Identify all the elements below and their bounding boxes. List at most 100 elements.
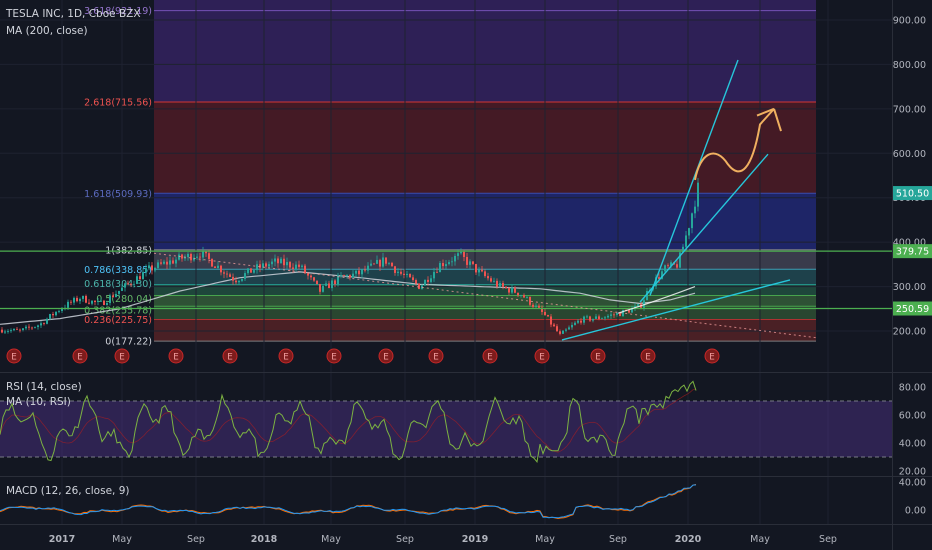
earnings-marker[interactable]: E bbox=[114, 348, 130, 364]
candle-body bbox=[232, 276, 234, 281]
candle-body bbox=[409, 273, 411, 278]
candle-body bbox=[373, 263, 375, 265]
candle-body bbox=[445, 264, 447, 267]
earnings-label: E bbox=[383, 353, 389, 363]
candle-body bbox=[250, 268, 252, 273]
candle-body bbox=[31, 327, 33, 329]
candle-body bbox=[85, 295, 87, 303]
candle-body bbox=[175, 259, 177, 264]
candle-body bbox=[100, 300, 102, 302]
candle-body bbox=[16, 328, 18, 330]
rsi-tick-label: 80.00 bbox=[899, 383, 926, 394]
earnings-marker[interactable]: E bbox=[378, 348, 394, 364]
candle-body bbox=[229, 274, 231, 277]
fib-label-0.786: 0.786(338.85) bbox=[84, 265, 152, 276]
candle-body bbox=[358, 270, 360, 275]
candle-body bbox=[364, 269, 366, 271]
candle-body bbox=[637, 304, 639, 307]
time-tick-label: 2020 bbox=[675, 534, 702, 545]
earnings-marker[interactable]: E bbox=[326, 348, 342, 364]
price-tick-label: 200.00 bbox=[893, 327, 926, 338]
candle-body bbox=[277, 258, 279, 264]
price-tick-label: 900.00 bbox=[893, 16, 926, 27]
candle-body bbox=[664, 265, 666, 272]
candle-body bbox=[559, 331, 561, 334]
candle-body bbox=[379, 259, 381, 267]
candle-body bbox=[607, 315, 609, 318]
time-tick-label: May bbox=[112, 534, 132, 545]
candle-body bbox=[37, 325, 39, 327]
time-tick-label: Sep bbox=[819, 534, 837, 545]
candle-body bbox=[475, 264, 477, 273]
candle-body bbox=[307, 273, 309, 276]
candle-body bbox=[217, 265, 219, 269]
candle-body bbox=[601, 318, 603, 320]
candle-body bbox=[67, 301, 69, 308]
candle-body bbox=[589, 316, 591, 321]
earnings-marker[interactable]: E bbox=[428, 348, 444, 364]
candle-body bbox=[25, 326, 27, 329]
earnings-marker[interactable]: E bbox=[278, 348, 294, 364]
candle-body bbox=[481, 269, 483, 272]
earnings-marker[interactable]: E bbox=[482, 348, 498, 364]
earnings-marker[interactable]: E bbox=[704, 348, 720, 364]
candle-body bbox=[514, 287, 516, 293]
earnings-label: E bbox=[645, 353, 651, 363]
earnings-label: E bbox=[77, 353, 83, 363]
candle-body bbox=[220, 265, 222, 273]
candle-body bbox=[19, 329, 21, 331]
earnings-marker[interactable]: E bbox=[640, 348, 656, 364]
time-tick-label: 2017 bbox=[49, 534, 75, 545]
earnings-marker[interactable]: E bbox=[168, 348, 184, 364]
candle bbox=[622, 309, 624, 317]
candle-body bbox=[103, 300, 105, 305]
rsi-band bbox=[0, 401, 892, 457]
candle-body bbox=[433, 271, 435, 279]
candle-body bbox=[223, 272, 225, 274]
candle-body bbox=[394, 266, 396, 273]
candle-body bbox=[430, 278, 432, 282]
candle-body bbox=[568, 327, 570, 330]
candle-body bbox=[451, 261, 453, 263]
candle-body bbox=[472, 261, 474, 265]
candle-body bbox=[28, 326, 30, 328]
candle-body bbox=[43, 323, 45, 325]
candle-body bbox=[79, 298, 81, 302]
candle-body bbox=[487, 276, 489, 279]
candle-body bbox=[553, 324, 555, 327]
candle-body bbox=[349, 275, 351, 278]
tsla-chart[interactable]: 0(177.22)0.236(225.75)0.382(255.78)0.5(2… bbox=[0, 0, 932, 550]
earnings-marker[interactable]: E bbox=[72, 348, 88, 364]
earnings-marker[interactable]: E bbox=[590, 348, 606, 364]
time-tick-label: 2019 bbox=[462, 534, 488, 545]
candle-body bbox=[439, 263, 441, 273]
candle-body bbox=[340, 275, 342, 276]
candle-body bbox=[526, 296, 528, 298]
candle-body bbox=[199, 256, 201, 258]
earnings-marker[interactable]: E bbox=[534, 348, 550, 364]
candle-body bbox=[322, 285, 324, 292]
candle-body bbox=[463, 251, 465, 257]
candle-body bbox=[424, 279, 426, 286]
candle-body bbox=[457, 253, 459, 256]
candle bbox=[418, 283, 420, 290]
price-tick-label: 300.00 bbox=[893, 282, 926, 293]
candle-body bbox=[256, 264, 258, 271]
candle-body bbox=[550, 316, 552, 325]
earnings-marker[interactable]: E bbox=[6, 348, 22, 364]
earnings-marker[interactable]: E bbox=[222, 348, 238, 364]
candle-body bbox=[376, 259, 378, 264]
candle-body bbox=[403, 273, 405, 275]
candle-body bbox=[355, 270, 357, 274]
candle-body bbox=[4, 331, 6, 333]
candle-body bbox=[178, 254, 180, 260]
candle-body bbox=[415, 280, 417, 284]
candle-body bbox=[574, 322, 576, 325]
candle-body bbox=[385, 257, 387, 264]
candle-body bbox=[130, 283, 132, 285]
candle-body bbox=[55, 311, 57, 316]
candle-body bbox=[580, 320, 582, 323]
fib-band bbox=[154, 295, 816, 307]
candle-body bbox=[610, 314, 612, 316]
macd-legend: MACD (12, 26, close, 9) bbox=[6, 485, 129, 497]
